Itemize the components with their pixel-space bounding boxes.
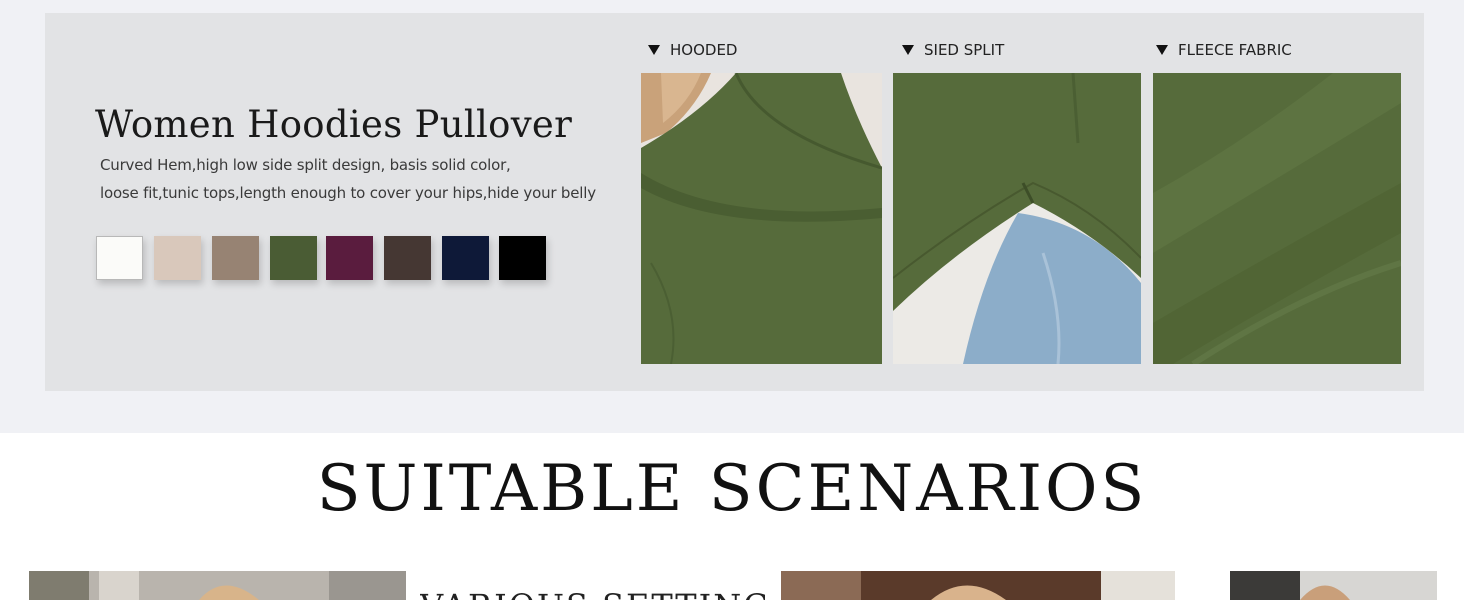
color-swatch-black[interactable] bbox=[499, 236, 546, 280]
product-panel: Women Hoodies Pullover Curved Hem,high l… bbox=[45, 13, 1424, 391]
scenario-image-3 bbox=[1230, 571, 1437, 600]
triangle-down-icon bbox=[902, 45, 914, 55]
feature-label-fleece-fabric: FLEECE FABRIC bbox=[1156, 41, 1292, 59]
color-swatch-navy[interactable] bbox=[442, 236, 489, 280]
fleece-fabric-detail-image bbox=[1153, 73, 1401, 364]
color-swatch-beige[interactable] bbox=[154, 236, 201, 280]
various-settings-caption-box: VARIOUS SETTINGS bbox=[420, 571, 765, 600]
feature-label-text: SIED SPLIT bbox=[924, 41, 1005, 59]
product-description-line-1: Curved Hem,high low side split design, b… bbox=[100, 156, 511, 174]
color-swatch-white[interactable] bbox=[96, 236, 143, 280]
feature-label-text: HOODED bbox=[670, 41, 738, 59]
product-description-line-2: loose fit,tunic tops,length enough to co… bbox=[100, 184, 596, 202]
scenarios-title: SUITABLE SCENARIOS bbox=[316, 452, 1148, 526]
feature-label-hooded: HOODED bbox=[648, 41, 737, 59]
color-swatch-wine[interactable] bbox=[326, 236, 373, 280]
triangle-down-icon bbox=[648, 45, 660, 55]
scenario-image-2 bbox=[781, 571, 1175, 600]
feature-label-side-split: SIED SPLIT bbox=[902, 41, 1004, 59]
color-swatch-khaki[interactable] bbox=[212, 236, 259, 280]
various-settings-caption: VARIOUS SETTINGS bbox=[420, 587, 765, 600]
feature-label-text: FLEECE FABRIC bbox=[1178, 41, 1292, 59]
side-split-detail-image bbox=[893, 73, 1141, 364]
scenario-image-1 bbox=[29, 571, 406, 600]
hooded-detail-image bbox=[641, 73, 882, 364]
triangle-down-icon bbox=[1156, 45, 1168, 55]
product-title: Women Hoodies Pullover bbox=[95, 103, 573, 146]
color-swatch-olive[interactable] bbox=[270, 236, 317, 280]
color-swatch-brown[interactable] bbox=[384, 236, 431, 280]
